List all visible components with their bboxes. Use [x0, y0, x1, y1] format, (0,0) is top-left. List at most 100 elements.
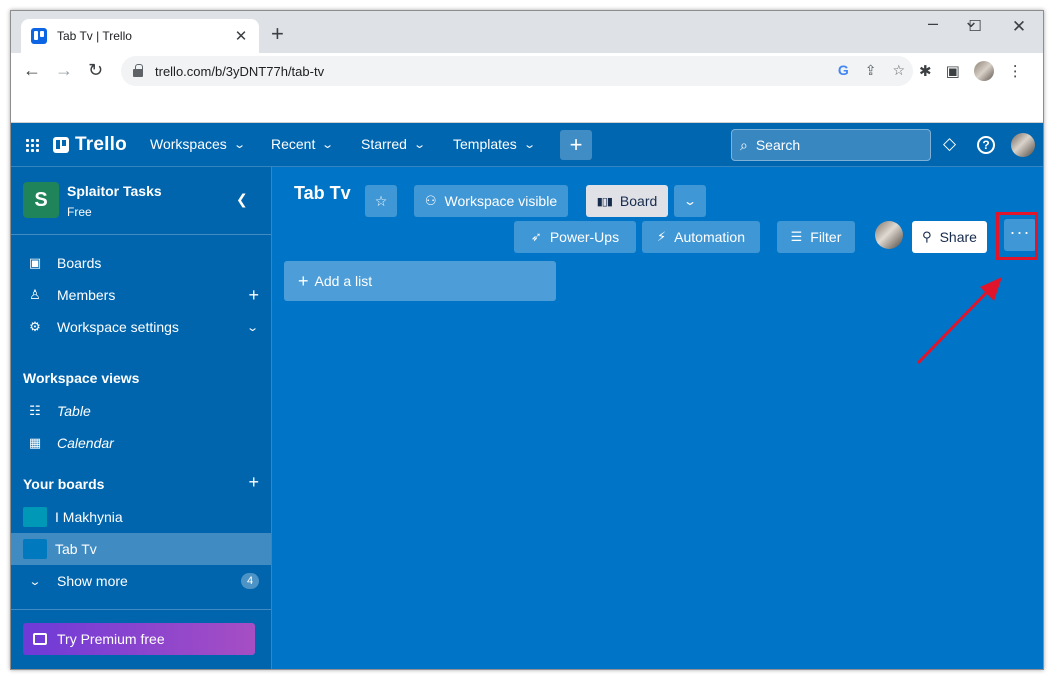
sidebar-item-table[interactable]: ☷ Table [11, 395, 271, 427]
new-tab-button[interactable]: + [271, 23, 284, 45]
show-more-button[interactable]: ⌄ Show more 4 [11, 565, 271, 597]
share-page-icon[interactable]: ⇪ [865, 62, 877, 79]
trello-header: Trello Workspaces ⌄ Recent ⌄ Starred ⌄ Temp… [11, 123, 1043, 167]
board-member-avatar[interactable] [875, 221, 903, 249]
board-view-icon: ▮▯▮ [596, 195, 613, 208]
url-text: trello.com/b/3yDNT77h/tab-tv [155, 63, 325, 79]
person-icon: ♙ [29, 287, 41, 302]
automation-button[interactable]: ⚡ Automation [642, 221, 760, 253]
sidebar-item-calendar[interactable]: ▦ Calendar [11, 427, 271, 459]
board-title[interactable]: Tab Tv [294, 183, 351, 204]
extensions-puzzle-icon[interactable]: ✱ [919, 62, 932, 80]
add-list-button[interactable]: + Add a list [284, 261, 556, 301]
app-switcher-icon[interactable] [25, 138, 39, 152]
workspace-sidebar: S Splaitor Tasks Free ❮ ▣ Boards ♙ Membe… [11, 167, 272, 669]
tab-close-icon[interactable]: ✕ [233, 27, 249, 45]
tab-title: Tab Tv | Trello [57, 29, 132, 43]
nav-recent[interactable]: Recent ⌄ [271, 136, 335, 152]
your-boards-title: Your boards [23, 476, 105, 492]
plus-icon: + [298, 270, 309, 291]
try-premium-button[interactable]: Try Premium free [23, 623, 255, 655]
chevron-down-icon: ⌄ [413, 138, 426, 151]
notifications-icon[interactable]: ◇ [943, 134, 956, 154]
sidebar-board-i-makhynia[interactable]: I Makhynia [11, 501, 271, 533]
sidebar-item-label: Members [57, 287, 116, 303]
add-board-icon[interactable]: + [248, 472, 259, 493]
sidebar-item-label: Table [57, 403, 91, 419]
show-more-count-badge: 4 [241, 573, 259, 589]
table-icon: ☷ [29, 403, 41, 418]
workspace-views-title: Workspace views [23, 370, 140, 386]
share-label: Share [939, 229, 977, 245]
chrome-profile-avatar[interactable] [973, 61, 994, 81]
switch-views-button[interactable]: ⌄ [674, 185, 706, 217]
lightning-icon: ⚡ [657, 229, 667, 244]
forward-arrow-icon[interactable]: → [55, 61, 73, 79]
search-input[interactable]: ⌕ Search [731, 129, 931, 161]
create-button[interactable]: + [560, 130, 592, 160]
trello-logo[interactable]: Trello [53, 134, 127, 156]
sidebar-item-label: I Makhynia [55, 509, 123, 525]
board-thumbnail [23, 539, 47, 559]
annotation-arrow [916, 277, 1002, 365]
premium-label: Try Premium free [57, 631, 165, 647]
search-icon: ⌕ [740, 136, 748, 153]
trello-logo-icon [53, 137, 69, 153]
trello-logo-text: Trello [75, 134, 127, 155]
rocket-icon: ➶ [530, 229, 542, 244]
visibility-label: Workspace visible [444, 193, 558, 209]
premium-icon [33, 633, 47, 645]
visibility-button[interactable]: ⚇ Workspace visible [414, 185, 568, 217]
chevron-down-icon: ⌄ [232, 138, 246, 151]
collapse-sidebar-icon[interactable]: ❮ [236, 191, 248, 208]
reload-icon[interactable]: ↻ [88, 61, 103, 79]
chevron-down-icon: ⌄ [245, 321, 259, 334]
user-avatar[interactable] [1011, 133, 1035, 157]
board-canvas: Tab Tv ☆ ⚇ Workspace visible ▮▯▮ Board ⌄… [272, 167, 1043, 669]
add-member-icon[interactable]: + [248, 285, 259, 306]
address-bar[interactable]: trello.com/b/3yDNT77h/tab-tv G ⇪ ☆ [121, 56, 913, 86]
chevron-down-icon: ⌄ [321, 138, 335, 151]
maximize-icon[interactable]: ☐ [965, 17, 985, 35]
gear-icon: ⚙ [29, 319, 41, 334]
nav-label: Templates [453, 136, 517, 152]
star-icon: ☆ [374, 192, 388, 209]
help-icon[interactable]: ? [977, 136, 995, 154]
workspace-plan: Free [67, 205, 92, 219]
filter-icon: ☰ [790, 229, 803, 244]
browser-tab[interactable]: Tab Tv | Trello ✕ [21, 19, 259, 53]
bookmark-star-icon[interactable]: ☆ [892, 62, 905, 79]
calendar-icon: ▦ [28, 435, 42, 450]
sidebar-item-members[interactable]: ♙ Members + [11, 279, 271, 311]
google-icon[interactable]: G [838, 62, 849, 79]
close-window-icon[interactable]: ✕ [1009, 17, 1029, 37]
back-arrow-icon[interactable]: ← [23, 61, 41, 79]
highlight-box [996, 212, 1038, 260]
trello-favicon-icon [31, 28, 47, 44]
filter-button[interactable]: ☰ Filter [777, 221, 855, 253]
chrome-menu-icon[interactable]: ⋮ [1008, 62, 1023, 80]
workspace-name[interactable]: Splaitor Tasks [67, 183, 162, 199]
nav-label: Starred [361, 136, 407, 152]
nav-starred[interactable]: Starred ⌄ [361, 136, 426, 152]
automation-label: Automation [674, 229, 745, 245]
sidebar-item-label: Workspace settings [57, 319, 179, 335]
power-ups-button[interactable]: ➶ Power-Ups [514, 221, 636, 253]
sidebar-item-workspace-settings[interactable]: ⚙ Workspace settings ⌄ [11, 311, 271, 343]
sidebar-item-label: Boards [57, 255, 102, 271]
sidebar-item-label: Tab Tv [55, 541, 97, 557]
sidebar-item-boards[interactable]: ▣ Boards [11, 247, 271, 279]
side-panel-icon[interactable]: ▣ [946, 62, 960, 80]
nav-workspaces[interactable]: Workspaces ⌄ [150, 136, 246, 152]
nav-label: Recent [271, 136, 316, 152]
star-board-button[interactable]: ☆ [365, 185, 397, 217]
minimize-icon[interactable]: – [923, 13, 943, 34]
nav-templates[interactable]: Templates ⌄ [453, 136, 536, 152]
board-icon: ▣ [28, 255, 42, 270]
sidebar-board-tab-tv[interactable]: Tab Tv [11, 533, 271, 565]
share-button[interactable]: ⚲ Share [912, 221, 987, 253]
add-person-icon: ⚲ [922, 229, 932, 244]
bookmarks-area [11, 89, 1043, 123]
board-view-button[interactable]: ▮▯▮ Board [586, 185, 668, 217]
show-more-label: Show more [57, 573, 128, 589]
